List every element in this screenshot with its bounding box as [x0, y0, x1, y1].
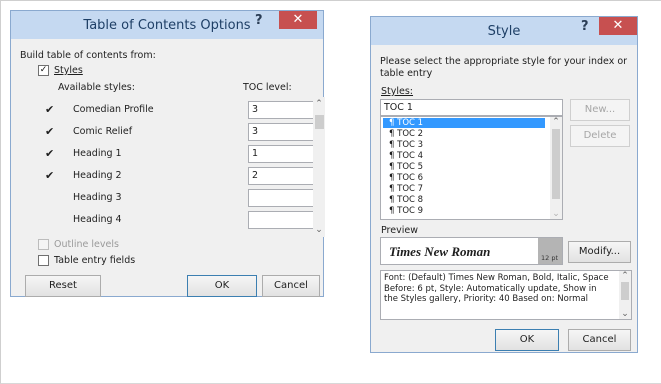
style-list-item[interactable]: ¶ TOC 7 [383, 184, 545, 194]
style-titlebar: Style ? ✕ [371, 17, 637, 45]
style-name: Heading 2 [73, 170, 122, 181]
paragraph-mark-icon: ¶ [389, 206, 395, 216]
cancel-button[interactable]: Cancel [568, 329, 631, 351]
style-list-item[interactable]: ¶ TOC 4 [383, 151, 545, 161]
style-list-scrollbar[interactable]: ⌃ ⌄ [313, 97, 325, 237]
scroll-up-icon[interactable]: ⌃ [313, 99, 325, 109]
toc-options-dialog: Table of Contents Options ? ✕ Build tabl… [10, 10, 325, 297]
scroll-thumb[interactable] [315, 115, 324, 129]
style-list-item[interactable]: ¶ TOC 8 [383, 195, 545, 205]
preview-size-badge: 12 pt [538, 238, 562, 264]
reset-button[interactable]: Reset [25, 275, 101, 297]
style-row[interactable]: ✔ Comic Relief 3 [31, 121, 328, 145]
preview-text: Times New Roman [389, 244, 491, 259]
table-entry-fields-checkbox[interactable] [38, 255, 49, 266]
style-name: Comedian Profile [73, 104, 154, 115]
style-name: Comic Relief [73, 126, 133, 137]
help-icon[interactable]: ? [255, 13, 263, 28]
toc-level-input[interactable]: 2 [248, 167, 322, 185]
style-row[interactable]: Heading 3 [31, 187, 328, 211]
style-name: Heading 3 [73, 192, 122, 203]
paragraph-mark-icon: ¶ [389, 184, 395, 194]
outline-levels-label: Outline levels [54, 239, 119, 250]
style-list-item[interactable]: ¶ TOC 1 [383, 118, 545, 128]
check-icon: ✔ [45, 147, 55, 160]
ok-button[interactable]: OK [187, 275, 257, 297]
scroll-thumb[interactable] [621, 282, 629, 300]
style-row[interactable]: ✔ Heading 2 2 [31, 165, 328, 189]
available-styles-header: Available styles: [58, 82, 135, 93]
preview-box: Times New Roman 12 pt [380, 237, 563, 265]
scroll-up-icon[interactable]: ⌃ [619, 271, 631, 281]
style-description: Font: (Default) Times New Roman, Bold, I… [384, 273, 609, 304]
toc-level-input[interactable] [248, 189, 322, 207]
style-list[interactable]: ¶ TOC 1 ¶ TOC 2 ¶ TOC 3 ¶ TOC 4 ¶ TOC 5 … [380, 116, 563, 220]
close-icon[interactable]: ✕ [279, 11, 317, 29]
style-name-input[interactable]: TOC 1 [380, 99, 563, 116]
scroll-down-icon[interactable]: ⌄ [313, 225, 325, 235]
style-row[interactable]: ✔ Heading 1 1 [31, 143, 328, 167]
styles-checkbox-label: Styles [54, 65, 83, 76]
style-name: Heading 1 [73, 148, 122, 159]
toc-options-titlebar: Table of Contents Options ? ✕ [11, 11, 323, 39]
delete-style-button[interactable]: Delete [570, 125, 630, 147]
paragraph-mark-icon: ¶ [389, 162, 395, 172]
check-icon: ✔ [45, 125, 55, 138]
style-prompt: Please select the appropriate style for … [380, 56, 628, 79]
style-description-box: Font: (Default) Times New Roman, Bold, I… [380, 270, 632, 320]
paragraph-mark-icon: ¶ [389, 129, 395, 139]
build-from-label: Build table of contents from: [20, 50, 156, 61]
scroll-up-icon[interactable]: ⌃ [550, 117, 562, 127]
paragraph-mark-icon: ¶ [389, 195, 395, 205]
toc-options-body: Build table of contents from: ✓ Styles A… [11, 39, 325, 297]
table-entry-fields-label: Table entry fields [54, 255, 136, 266]
new-style-button[interactable]: New... [570, 99, 630, 121]
outline-levels-checkbox[interactable] [38, 239, 49, 250]
style-list-scrollbar[interactable]: ⌃ ⌄ [550, 117, 562, 219]
style-dialog: Style ? ✕ Please select the appropriate … [370, 16, 638, 353]
cancel-button[interactable]: Cancel [262, 275, 320, 297]
scroll-thumb[interactable] [552, 129, 560, 199]
ok-button[interactable]: OK [495, 329, 559, 351]
preview-label: Preview [381, 225, 418, 236]
dialog-title: Style [487, 24, 521, 39]
toc-level-input[interactable]: 1 [248, 145, 322, 163]
paragraph-mark-icon: ¶ [389, 118, 395, 128]
check-icon: ✔ [45, 103, 55, 116]
style-row[interactable]: Heading 4 [31, 209, 328, 233]
style-level-list: ✔ Comedian Profile 3 ✔ Comic Relief 3 ✔ … [31, 94, 328, 239]
style-list-item[interactable]: ¶ TOC 2 [383, 129, 545, 139]
styles-checkbox[interactable]: ✓ [38, 65, 49, 76]
modify-button[interactable]: Modify... [568, 241, 631, 263]
scroll-down-icon[interactable]: ⌄ [619, 309, 631, 319]
close-icon[interactable]: ✕ [599, 17, 637, 35]
preview-size-text: 12 pt [541, 254, 559, 262]
style-list-item[interactable]: ¶ TOC 5 [383, 162, 545, 172]
style-list-item[interactable]: ¶ TOC 9 [383, 206, 545, 216]
toc-level-header: TOC level: [243, 82, 292, 93]
toc-level-input[interactable]: 3 [248, 123, 322, 141]
style-body: Please select the appropriate style for … [371, 45, 637, 352]
toc-level-input[interactable] [248, 211, 322, 229]
paragraph-mark-icon: ¶ [389, 140, 395, 150]
style-row[interactable]: ✔ Comedian Profile 3 [31, 99, 328, 123]
style-list-item[interactable]: ¶ TOC 6 [383, 173, 545, 183]
description-scrollbar[interactable]: ⌃ ⌄ [619, 271, 631, 319]
help-icon[interactable]: ? [581, 19, 589, 34]
toc-level-input[interactable]: 3 [248, 101, 322, 119]
check-icon: ✔ [45, 169, 55, 182]
style-list-item[interactable]: ¶ TOC 3 [383, 140, 545, 150]
paragraph-mark-icon: ¶ [389, 151, 395, 161]
dialog-title: Table of Contents Options [83, 18, 251, 33]
scroll-down-icon[interactable]: ⌄ [550, 209, 562, 219]
styles-label: Styles: [381, 86, 414, 97]
style-name: Heading 4 [73, 214, 122, 225]
paragraph-mark-icon: ¶ [389, 173, 395, 183]
